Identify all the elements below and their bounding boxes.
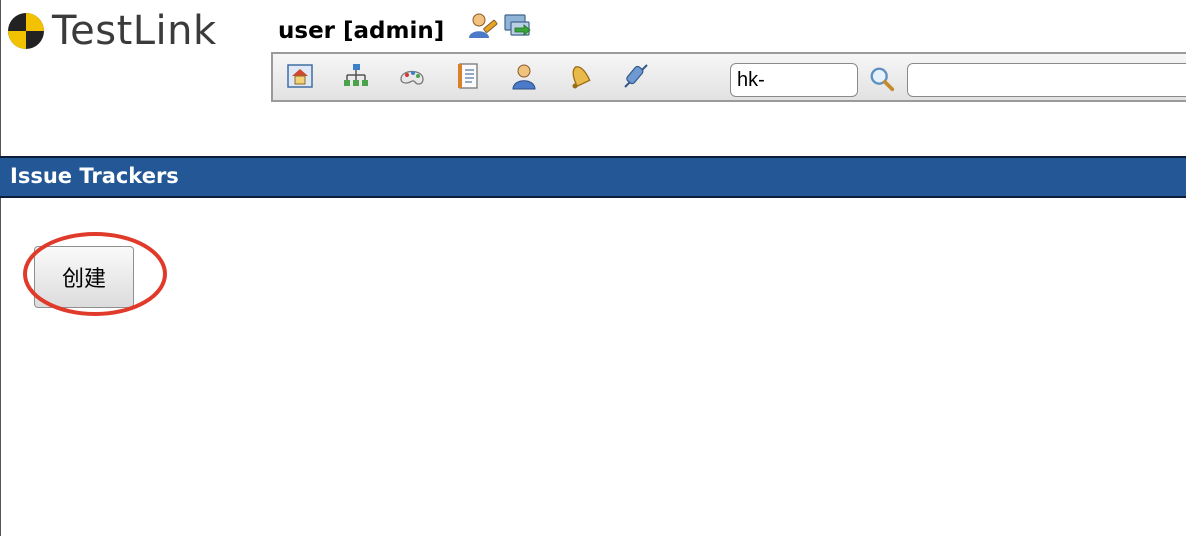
testlink-logo[interactable]: TestLink [6, 6, 217, 56]
user-label: user [admin] [278, 18, 445, 44]
issue-tracker-icon[interactable] [619, 59, 653, 93]
user-management-icon[interactable] [507, 59, 541, 93]
section-header-bar: Issue Trackers [0, 156, 1186, 198]
create-button[interactable]: 创建 [34, 246, 134, 308]
magnifier-icon[interactable] [865, 62, 899, 96]
user-actions [466, 10, 534, 42]
home-icon[interactable] [283, 59, 317, 93]
main-toolbar [271, 52, 1186, 102]
page-title: Issue Trackers [10, 164, 179, 188]
search-input[interactable] [907, 63, 1186, 97]
logo-text: TestLink [52, 8, 217, 54]
edit-profile-icon[interactable] [466, 10, 498, 42]
test-specification-icon[interactable] [339, 59, 373, 93]
window-border [0, 0, 1, 536]
logout-icon[interactable] [502, 10, 534, 42]
execute-icon[interactable] [395, 59, 429, 93]
events-icon[interactable] [563, 59, 597, 93]
reports-icon[interactable] [451, 59, 485, 93]
testlink-logo-icon [8, 13, 44, 49]
testcase-id-input[interactable] [730, 63, 858, 97]
